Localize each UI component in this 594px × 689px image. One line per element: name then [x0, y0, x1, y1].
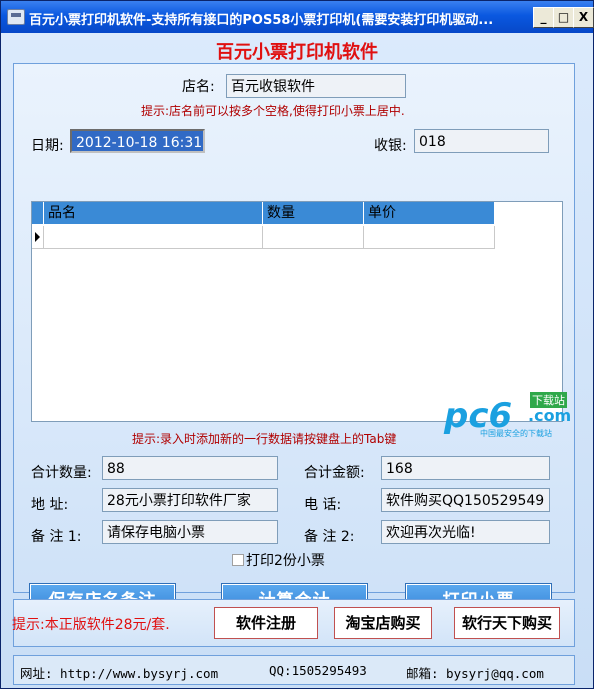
items-grid[interactable]: 品名 数量 单价 [31, 201, 563, 422]
watermark-domain: .com [528, 406, 572, 425]
date-input[interactable]: 2012-10-18 16:31 [70, 129, 205, 153]
phone-label: 电 话: [304, 497, 342, 513]
note2-label: 备 注 2: [304, 529, 355, 545]
note1-label: 备 注 1: [31, 529, 82, 545]
printer-icon [7, 9, 25, 25]
price-hint: 提示:本正版软件28元/套. [12, 617, 170, 633]
cashier-input[interactable]: 018 [414, 129, 549, 153]
app-heading: 百元小票打印机软件 [216, 42, 378, 63]
total-amount-input[interactable]: 168 [381, 456, 550, 480]
store-name-label: 店名: [182, 79, 215, 95]
grid-cell-name[interactable] [44, 226, 263, 249]
note2-input[interactable]: 欢迎再次光临! [381, 520, 550, 544]
purchase-panel: 提示:本正版软件28元/套. 软件注册 淘宝店购买 软行天下购买 [12, 599, 575, 647]
taobao-buy-button[interactable]: 淘宝店购买 [334, 607, 432, 639]
store-name-hint: 提示:店名前可以按多个空格,使得打印小票上居中. [141, 104, 405, 118]
print-twice-checkbox[interactable] [232, 554, 244, 566]
tianxia-buy-button[interactable]: 软行天下购买 [454, 607, 560, 639]
footer-website[interactable]: 网址: http://www.bysyrj.com [20, 663, 218, 682]
print-twice-label[interactable]: 打印2份小票 [246, 550, 325, 570]
grid-corner [32, 202, 44, 225]
total-qty-label: 合计数量: [31, 465, 92, 481]
footer-email[interactable]: 邮箱: bysyrj@qq.com [406, 663, 544, 682]
note1-input[interactable]: 请保存电脑小票 [102, 520, 278, 544]
pc6-watermark: pc6 下载站 .com 中国最安全的下载站 [444, 392, 584, 440]
footer-bar: 网址: http://www.bysyrj.com QQ:1505295493 … [13, 655, 575, 685]
address-input[interactable]: 28元小票打印软件厂家 [102, 488, 278, 512]
grid-cell-price[interactable] [364, 226, 495, 249]
minimize-button[interactable]: _ [533, 7, 554, 28]
app-window: 百元小票打印机软件-支持所有接口的POS58小票打印机(需要安装打印机驱动...… [0, 0, 594, 689]
window-title: 百元小票打印机软件-支持所有接口的POS58小票打印机(需要安装打印机驱动... [29, 13, 494, 28]
close-button[interactable]: X [573, 7, 594, 28]
address-label: 地 址: [31, 497, 69, 513]
title-bar[interactable]: 百元小票打印机软件-支持所有接口的POS58小票打印机(需要安装打印机驱动...… [1, 1, 594, 33]
watermark-tagline: 中国最安全的下载站 [480, 429, 552, 438]
grid-hint: 提示:录入时添加新的一行数据请按键盘上的Tab键 [132, 432, 397, 446]
store-name-input[interactable]: 百元收银软件 [226, 74, 406, 98]
grid-cell-qty[interactable] [263, 226, 364, 249]
date-label: 日期: [31, 138, 64, 154]
receipt-form-panel: 店名: 百元收银软件 提示:店名前可以按多个空格,使得打印小票上居中. 日期: … [13, 63, 575, 619]
total-amount-label: 合计金额: [304, 465, 365, 481]
total-qty-input[interactable]: 88 [102, 456, 278, 480]
grid-header-name[interactable]: 品名 [44, 202, 263, 225]
footer-qq: QQ:1505295493 [269, 663, 367, 678]
phone-input[interactable]: 软件购买QQ150529549 [381, 488, 550, 512]
grid-header-price[interactable]: 单价 [364, 202, 495, 225]
row-selector-arrow-icon[interactable] [32, 226, 44, 249]
register-button[interactable]: 软件注册 [214, 607, 318, 639]
cashier-label: 收银: [374, 138, 407, 154]
client-area: 百元小票打印机软件 店名: 百元收银软件 提示:店名前可以按多个空格,使得打印小… [1, 33, 593, 688]
grid-header-qty[interactable]: 数量 [263, 202, 364, 225]
maximize-button[interactable]: □ [553, 7, 574, 28]
